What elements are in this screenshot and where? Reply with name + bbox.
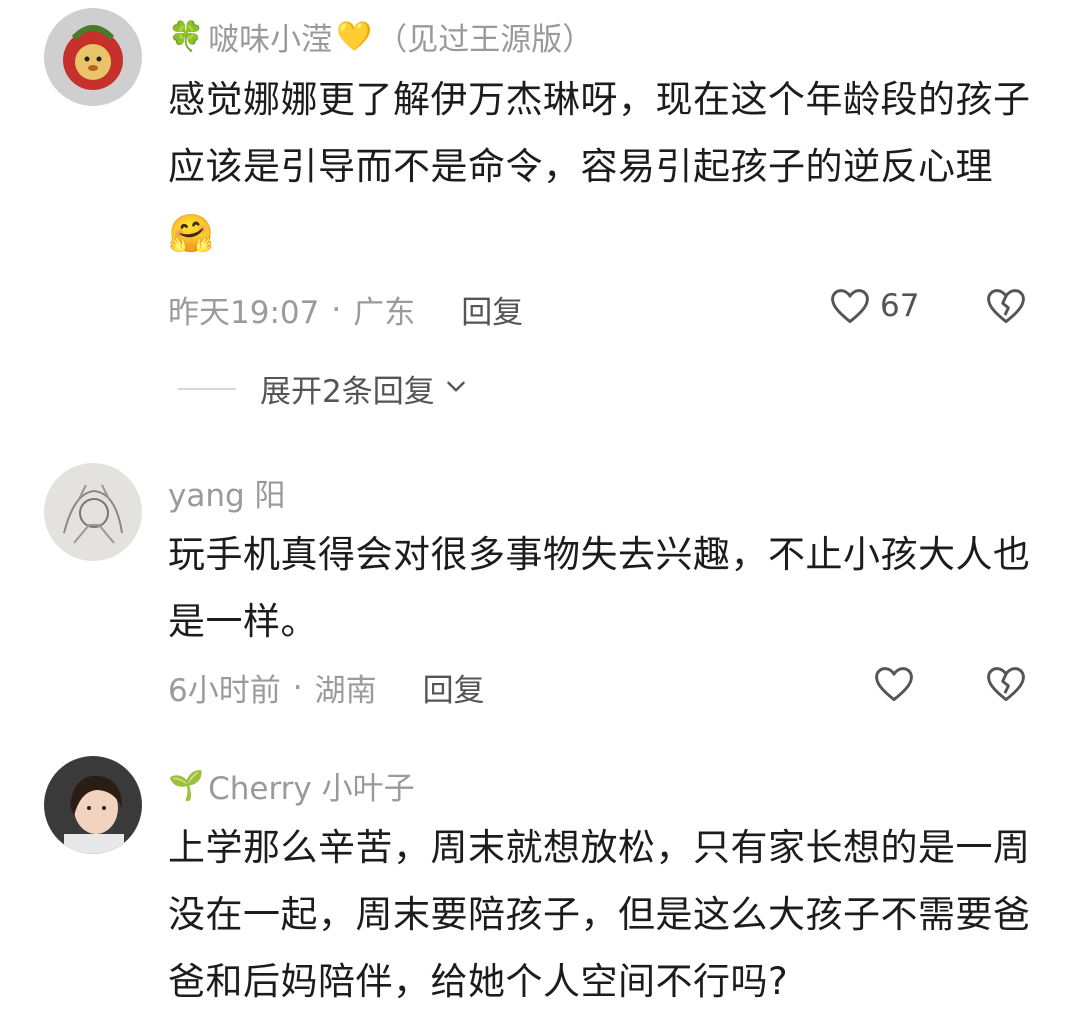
clover-icon: 🍀 <box>168 19 205 53</box>
username[interactable]: 🍀 啵味小滢 💛 （见过王源版） <box>168 14 593 59</box>
comment-meta: 6小时前 · 湖南 回复 <box>168 665 485 710</box>
username[interactable]: yang 阳 <box>168 470 286 515</box>
divider <box>178 387 236 390</box>
reply-button[interactable]: 回复 <box>461 287 523 332</box>
broken-heart-icon <box>987 667 1025 702</box>
reply-button[interactable]: 回复 <box>423 665 485 710</box>
dislike-button[interactable] <box>984 662 1028 706</box>
comment-text: 玩手机真得会对很多事物失去兴趣，不止小孩大人也是一样。 <box>168 533 1031 643</box>
expand-replies-button[interactable]: 展开2条回复 <box>178 366 469 411</box>
location: 湖南 <box>314 673 377 709</box>
like-button[interactable]: 67 <box>828 284 919 328</box>
heart-outline-icon <box>872 662 916 706</box>
separator-dot: · <box>292 669 303 706</box>
heart-emoji-icon: 💛 <box>336 19 373 53</box>
comment-text: 感觉娜娜更了解伊万杰琳呀，现在这个年龄段的孩子应该是引导而不是命令，容易引起孩子… <box>168 78 1031 255</box>
timestamp: 6小时前 <box>168 673 281 709</box>
separator-dot: · <box>331 291 342 328</box>
heart-outline-icon <box>828 284 872 328</box>
dislike-button[interactable] <box>984 284 1028 328</box>
avatar[interactable] <box>44 8 142 106</box>
user-badge: （见过王源版） <box>376 22 594 58</box>
like-count: 67 <box>880 288 920 324</box>
timestamp: 昨天19:07 <box>168 295 320 331</box>
username-text: Cherry 小叶子 <box>208 771 415 807</box>
comment-meta: 昨天19:07 · 广东 回复 <box>168 287 523 332</box>
like-button[interactable] <box>872 662 916 706</box>
chevron-down-icon <box>443 371 469 407</box>
avatar[interactable] <box>44 463 142 561</box>
avatar[interactable] <box>44 756 142 854</box>
username[interactable]: 🌱 Cherry 小叶子 <box>168 763 415 808</box>
broken-heart-icon <box>987 289 1025 324</box>
username-text: 啵味小滢 <box>208 22 333 58</box>
seedling-icon: 🌱 <box>168 768 205 802</box>
comment-text: 上学那么辛苦，周末就想放松，只有家长想的是一周没在一起，周末要陪孩子，但是这么大… <box>168 826 1031 1003</box>
location: 广东 <box>353 295 416 331</box>
expand-label: 展开2条回复 <box>260 374 435 410</box>
username-text: yang 阳 <box>168 478 286 514</box>
